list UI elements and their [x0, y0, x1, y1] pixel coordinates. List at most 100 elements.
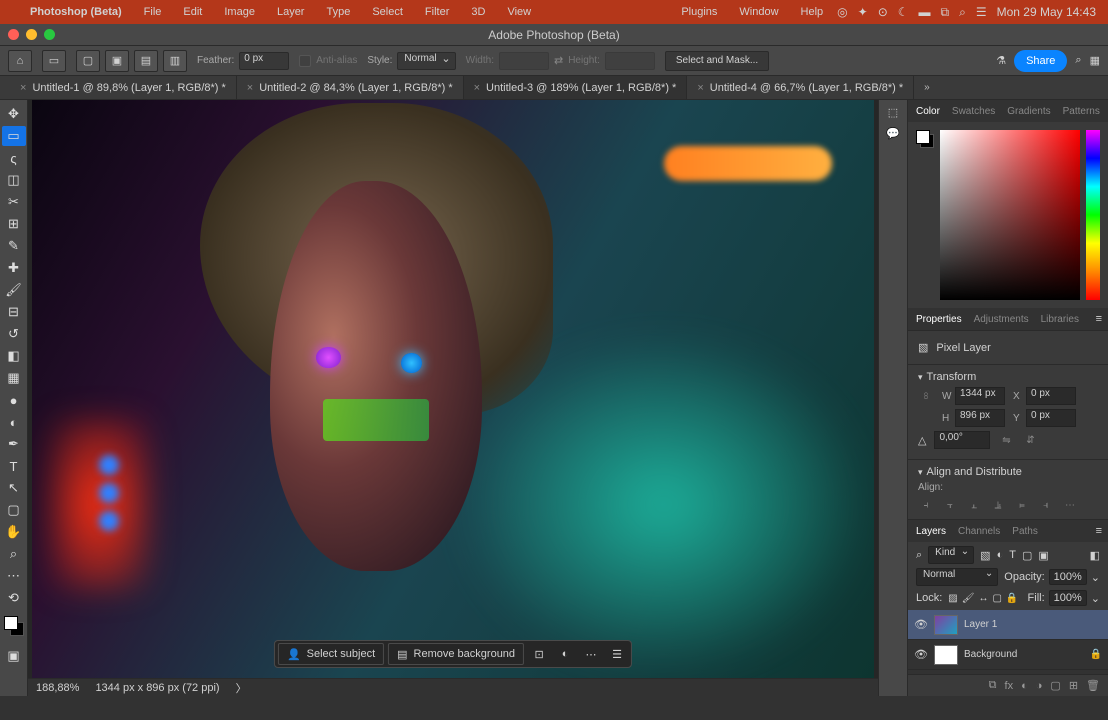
- new-fill-adjust-icon[interactable]: ◑: [1036, 680, 1043, 692]
- filter-icon[interactable]: ⌕: [916, 549, 922, 562]
- menu-file[interactable]: File: [136, 6, 170, 18]
- tab-overflow[interactable]: »: [914, 76, 940, 99]
- menu-filter[interactable]: Filter: [417, 6, 457, 18]
- menu-view[interactable]: View: [499, 6, 539, 18]
- remove-background-button[interactable]: ▤Remove background: [388, 643, 524, 665]
- lock-position-icon[interactable]: ↔: [978, 593, 988, 604]
- record-icon[interactable]: ⊙: [878, 5, 888, 19]
- panel-menu-icon[interactable]: ≡: [1096, 525, 1102, 537]
- transform-icon[interactable]: ⊡: [528, 643, 550, 665]
- layer-item[interactable]: 👁 Layer 1: [908, 610, 1108, 640]
- align-section-header[interactable]: ▾Align and Distribute: [918, 466, 1098, 478]
- brush-tool[interactable]: 🖌: [2, 280, 26, 300]
- feather-input[interactable]: 0 px: [239, 52, 289, 70]
- rectangle-tool[interactable]: ▢: [2, 500, 26, 520]
- visibility-icon[interactable]: 👁: [914, 648, 928, 661]
- type-tool[interactable]: T: [2, 456, 26, 476]
- menu-layer[interactable]: Layer: [269, 6, 313, 18]
- tab-gradients[interactable]: Gradients: [1007, 106, 1050, 117]
- doc-tab-2[interactable]: ×Untitled-2 @ 84,3% (Layer 1, RGB/8*) *: [237, 76, 464, 99]
- align-bottom-icon[interactable]: ⫣: [1038, 497, 1054, 513]
- eraser-tool[interactable]: ◧: [2, 346, 26, 366]
- filter-adjust-icon[interactable]: ◐: [997, 549, 1004, 561]
- tab-properties[interactable]: Properties: [916, 314, 962, 325]
- doc-tab-4[interactable]: ×Untitled-4 @ 66,7% (Layer 1, RGB/8*) *: [687, 76, 914, 99]
- window-maximize-button[interactable]: [44, 29, 55, 40]
- menu-edit[interactable]: Edit: [175, 6, 210, 18]
- crop-tool[interactable]: ✂: [2, 192, 26, 212]
- lock-transparency-icon[interactable]: ▨: [948, 593, 957, 604]
- wifi-icon[interactable]: ⧉: [941, 5, 950, 20]
- align-left-icon[interactable]: ⫞: [918, 497, 934, 513]
- lock-all-icon[interactable]: 🔒: [1006, 593, 1018, 604]
- select-subject-button[interactable]: 👤Select subject: [278, 643, 384, 665]
- selection-intersect-icon[interactable]: ▥: [163, 50, 187, 72]
- blur-tool[interactable]: ●: [2, 390, 26, 410]
- layer-filter-kind[interactable]: Kind: [928, 546, 974, 564]
- frame-tool[interactable]: ⊞: [2, 214, 26, 234]
- doc-tab-1[interactable]: ×Untitled-1 @ 89,8% (Layer 1, RGB/8*) *: [10, 76, 237, 99]
- learn-panel-icon[interactable]: ⬚: [888, 106, 898, 119]
- adjustments-icon[interactable]: ◐: [554, 643, 576, 665]
- tab-swatches[interactable]: Swatches: [952, 106, 995, 117]
- dodge-tool[interactable]: ◐: [2, 412, 26, 432]
- sync-icon[interactable]: ✦: [858, 5, 868, 19]
- y-value[interactable]: 0 px: [1026, 409, 1076, 427]
- filter-shape-icon[interactable]: ▢: [1022, 549, 1032, 562]
- transform-section-header[interactable]: ▾Transform: [918, 371, 1098, 383]
- tab-color[interactable]: Color: [916, 106, 940, 117]
- cc-status-icon[interactable]: ◎: [837, 5, 847, 19]
- align-top-icon[interactable]: ⫡: [990, 497, 1006, 513]
- document-canvas[interactable]: [32, 100, 874, 678]
- home-button[interactable]: ⌂: [8, 50, 32, 72]
- control-center-icon[interactable]: ☰: [976, 5, 987, 19]
- panel-menu-icon[interactable]: ≡: [1096, 313, 1102, 325]
- chevron-down-icon[interactable]: ⌄: [1091, 592, 1100, 605]
- battery-icon[interactable]: ▬: [919, 5, 931, 19]
- edit-toolbar[interactable]: ⋯: [2, 566, 26, 586]
- select-and-mask-button[interactable]: Select and Mask...: [665, 51, 769, 71]
- filter-pixel-icon[interactable]: ▧: [980, 549, 990, 562]
- new-layer-icon[interactable]: ⊞: [1069, 679, 1078, 692]
- selection-subtract-icon[interactable]: ▤: [134, 50, 158, 72]
- eyedropper-tool[interactable]: ✎: [2, 236, 26, 256]
- lasso-tool[interactable]: ς: [2, 148, 26, 168]
- panel-color-swatch[interactable]: [916, 130, 934, 300]
- hue-slider[interactable]: [1086, 130, 1100, 300]
- menu-select[interactable]: Select: [364, 6, 411, 18]
- lock-pixels-icon[interactable]: 🖌: [962, 593, 975, 604]
- menu-window[interactable]: Window: [731, 6, 786, 18]
- workspace-icon[interactable]: ▦: [1090, 54, 1100, 67]
- tab-paths[interactable]: Paths: [1012, 526, 1038, 537]
- layer-name[interactable]: Background: [964, 649, 1084, 660]
- object-selection-tool[interactable]: ◫: [2, 170, 26, 190]
- layer-thumbnail[interactable]: [934, 615, 958, 635]
- spotlight-icon[interactable]: ⌕: [959, 5, 966, 20]
- hand-tool[interactable]: ✋: [2, 522, 26, 542]
- filter-type-icon[interactable]: T: [1009, 549, 1016, 561]
- dnd-icon[interactable]: ☾: [898, 5, 909, 19]
- delete-layer-icon[interactable]: 🗑: [1086, 679, 1100, 692]
- more-icon[interactable]: ⋯: [580, 643, 602, 665]
- close-icon[interactable]: ×: [474, 82, 480, 94]
- search-icon[interactable]: ⌕: [1075, 54, 1081, 67]
- layer-mask-icon[interactable]: ◐: [1021, 680, 1028, 692]
- x-value[interactable]: 0 px: [1026, 387, 1076, 405]
- canvas-area[interactable]: 👤Select subject ▤Remove background ⊡ ◐ ⋯…: [28, 100, 878, 696]
- selection-new-icon[interactable]: ▢: [76, 50, 100, 72]
- doc-info[interactable]: 1344 px x 896 px (72 ppi): [95, 682, 219, 694]
- align-center-v-icon[interactable]: ⫢: [1014, 497, 1030, 513]
- flip-horizontal-icon[interactable]: ⇋: [998, 432, 1014, 448]
- layer-style-icon[interactable]: fx: [1005, 680, 1014, 692]
- height-value[interactable]: 896 px: [955, 409, 1005, 427]
- tool-preset-icon[interactable]: ▭: [42, 50, 66, 72]
- more-align-icon[interactable]: ⋯: [1062, 497, 1078, 513]
- menu-type[interactable]: Type: [318, 6, 358, 18]
- screen-mode-tool[interactable]: ▣: [2, 646, 26, 666]
- link-wh-icon[interactable]: 𝟾: [918, 388, 934, 404]
- foreground-background-swap[interactable]: ⟲: [2, 588, 26, 608]
- gradient-tool[interactable]: ▦: [2, 368, 26, 388]
- flip-vertical-icon[interactable]: ⇵: [1022, 432, 1038, 448]
- layer-thumbnail[interactable]: [934, 645, 958, 665]
- window-minimize-button[interactable]: [26, 29, 37, 40]
